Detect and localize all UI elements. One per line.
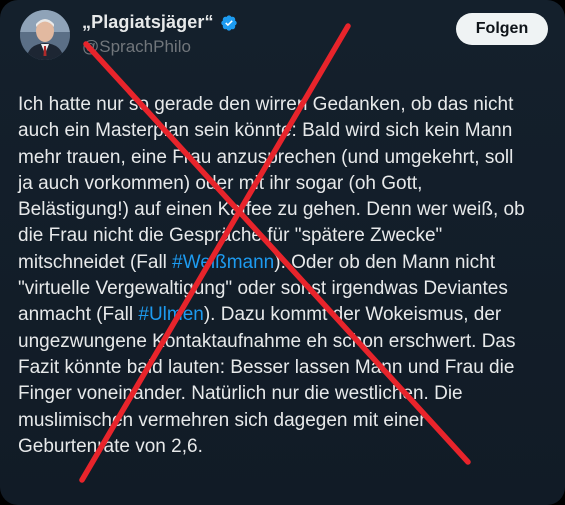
tweet-line: "virtuelle Vergewaltigung" oder sonst ir… [18,276,553,302]
tweet-line: mehr trauen, eine Frau anzusprechen (und… [18,145,553,171]
tweet-text: Ich hatte nur so gerade den wirren Gedan… [18,92,553,460]
verified-badge-icon [220,14,237,31]
tweet-text-segment: Finger voneinander. Natürlich nur die we… [18,383,463,405]
tweet-text-segment: Belästigung!) auf einen Kaffee zu gehen.… [18,199,525,221]
tweet-text-segment: Ich hatte nur so gerade den wirren Gedan… [18,94,514,115]
tweet-line: Geburtenrate von 2,6. [18,434,553,460]
tweet-line: muslimischen vermehren sich dagegen mit … [18,408,553,434]
tweet-line: auch ein Masterplan sein könnte: Bald wi… [18,118,553,144]
tweet-line: Ich hatte nur so gerade den wirren Gedan… [18,92,553,118]
tweet-line: Fazit könnte bald lauten: Besser lassen … [18,355,553,381]
tweet-text-segment: die Frau nicht die Gespräche für "später… [18,225,443,247]
tweet-line: Belästigung!) auf einen Kaffee zu gehen.… [18,197,553,223]
tweet-text-segment: mitschneidet (Fall [18,251,173,273]
tweet-text-segment: ungezwungene Kontaktaufnahme eh schon er… [18,330,516,352]
tweet-text-segment: Fazit könnte bald lauten: Besser lassen … [18,356,515,378]
tweet-line: die Frau nicht die Gespräche für "später… [18,223,553,249]
tweet-line: Finger voneinander. Natürlich nur die we… [18,381,553,407]
hashtag-link[interactable]: #Weißmann [172,252,274,273]
hashtag-link[interactable]: #Ulmen [138,304,203,325]
tweet-line: mitschneidet (Fall #Weißmann). Oder ob d… [18,250,553,276]
tweet-line: ja auch vorkommen) oder mit ihr sogar (o… [18,171,553,197]
tweet-text-segment: "virtuelle Vergewaltigung" oder sonst ir… [18,278,508,300]
author-name-row: „Plagiatsjäger“ [82,12,238,33]
tweet-text-segment: ). Dazu kommt der Wokeismus, der [203,304,502,326]
tweet-text-segment: mehr trauen, eine Frau anzusprechen (und… [18,146,514,168]
avatar[interactable] [20,10,70,60]
tweet-text-segment: auch ein Masterplan sein könnte: Bald wi… [18,120,513,142]
tweet-text-segment: ). Oder ob den Mann nicht [274,251,496,273]
screenshot-frame: „Plagiatsjäger“ @SprachPhilo Folgen Ich … [0,0,565,505]
display-name[interactable]: „Plagiatsjäger“ [82,12,214,33]
tweet-text-segment: ja auch vorkommen) oder mit ihr sogar (o… [18,172,423,194]
tweet-card: „Plagiatsjäger“ @SprachPhilo Folgen Ich … [0,0,565,505]
follow-button[interactable]: Folgen [456,13,548,45]
tweet-line: ungezwungene Kontaktaufnahme eh schon er… [18,329,553,355]
tweet-line: anmacht (Fall #Ulmen). Dazu kommt der Wo… [18,302,553,328]
tweet-text-segment: Geburtenrate von 2,6. [18,435,203,457]
user-handle[interactable]: @SprachPhilo [82,37,191,57]
avatar-portrait-icon [20,10,70,60]
tweet-text-segment: anmacht (Fall [18,304,139,326]
tweet-text-segment: muslimischen vermehren sich dagegen mit … [18,409,426,431]
